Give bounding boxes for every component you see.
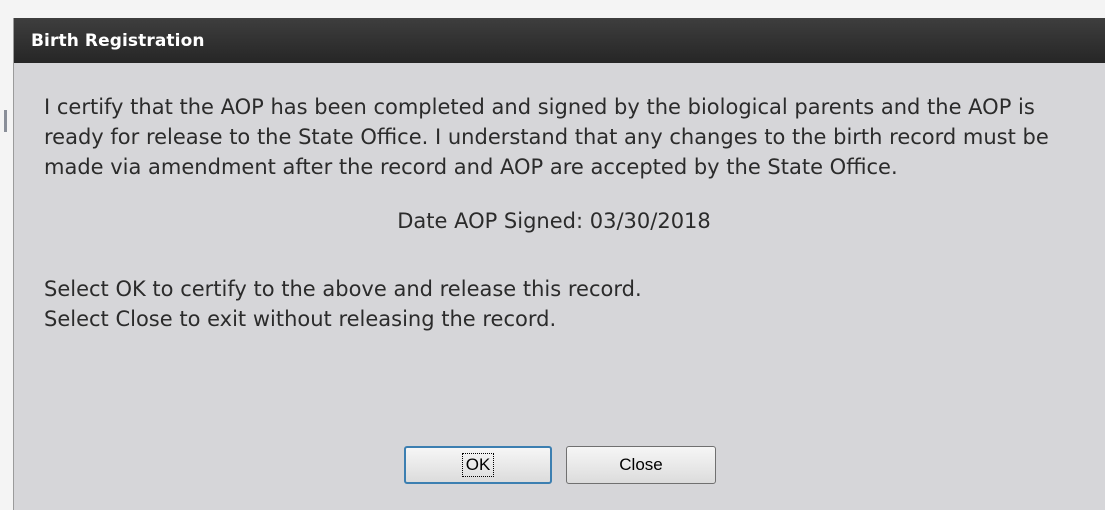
close-button[interactable]: Close bbox=[566, 446, 716, 484]
instruction-close: Select Close to exit without releasing t… bbox=[44, 307, 557, 331]
button-row: OK Close bbox=[14, 446, 1105, 484]
dialog-titlebar[interactable]: Birth Registration bbox=[14, 18, 1105, 63]
background-marker bbox=[4, 110, 7, 132]
close-button-label: Close bbox=[619, 455, 663, 474]
instruction-ok: Select OK to certify to the above and re… bbox=[44, 277, 642, 301]
birth-registration-dialog: Birth Registration I certify that the AO… bbox=[13, 18, 1105, 510]
date-aop-signed: Date AOP Signed: 03/30/2018 bbox=[397, 209, 711, 233]
certification-message: I certify that the AOP has been complete… bbox=[44, 95, 1049, 179]
ok-button-label: OK bbox=[461, 453, 495, 477]
dialog-body: I certify that the AOP has been complete… bbox=[14, 63, 1105, 334]
instructions: Select OK to certify to the above and re… bbox=[44, 274, 1065, 334]
dialog-title: Birth Registration bbox=[31, 30, 205, 51]
ok-button[interactable]: OK bbox=[404, 446, 552, 484]
